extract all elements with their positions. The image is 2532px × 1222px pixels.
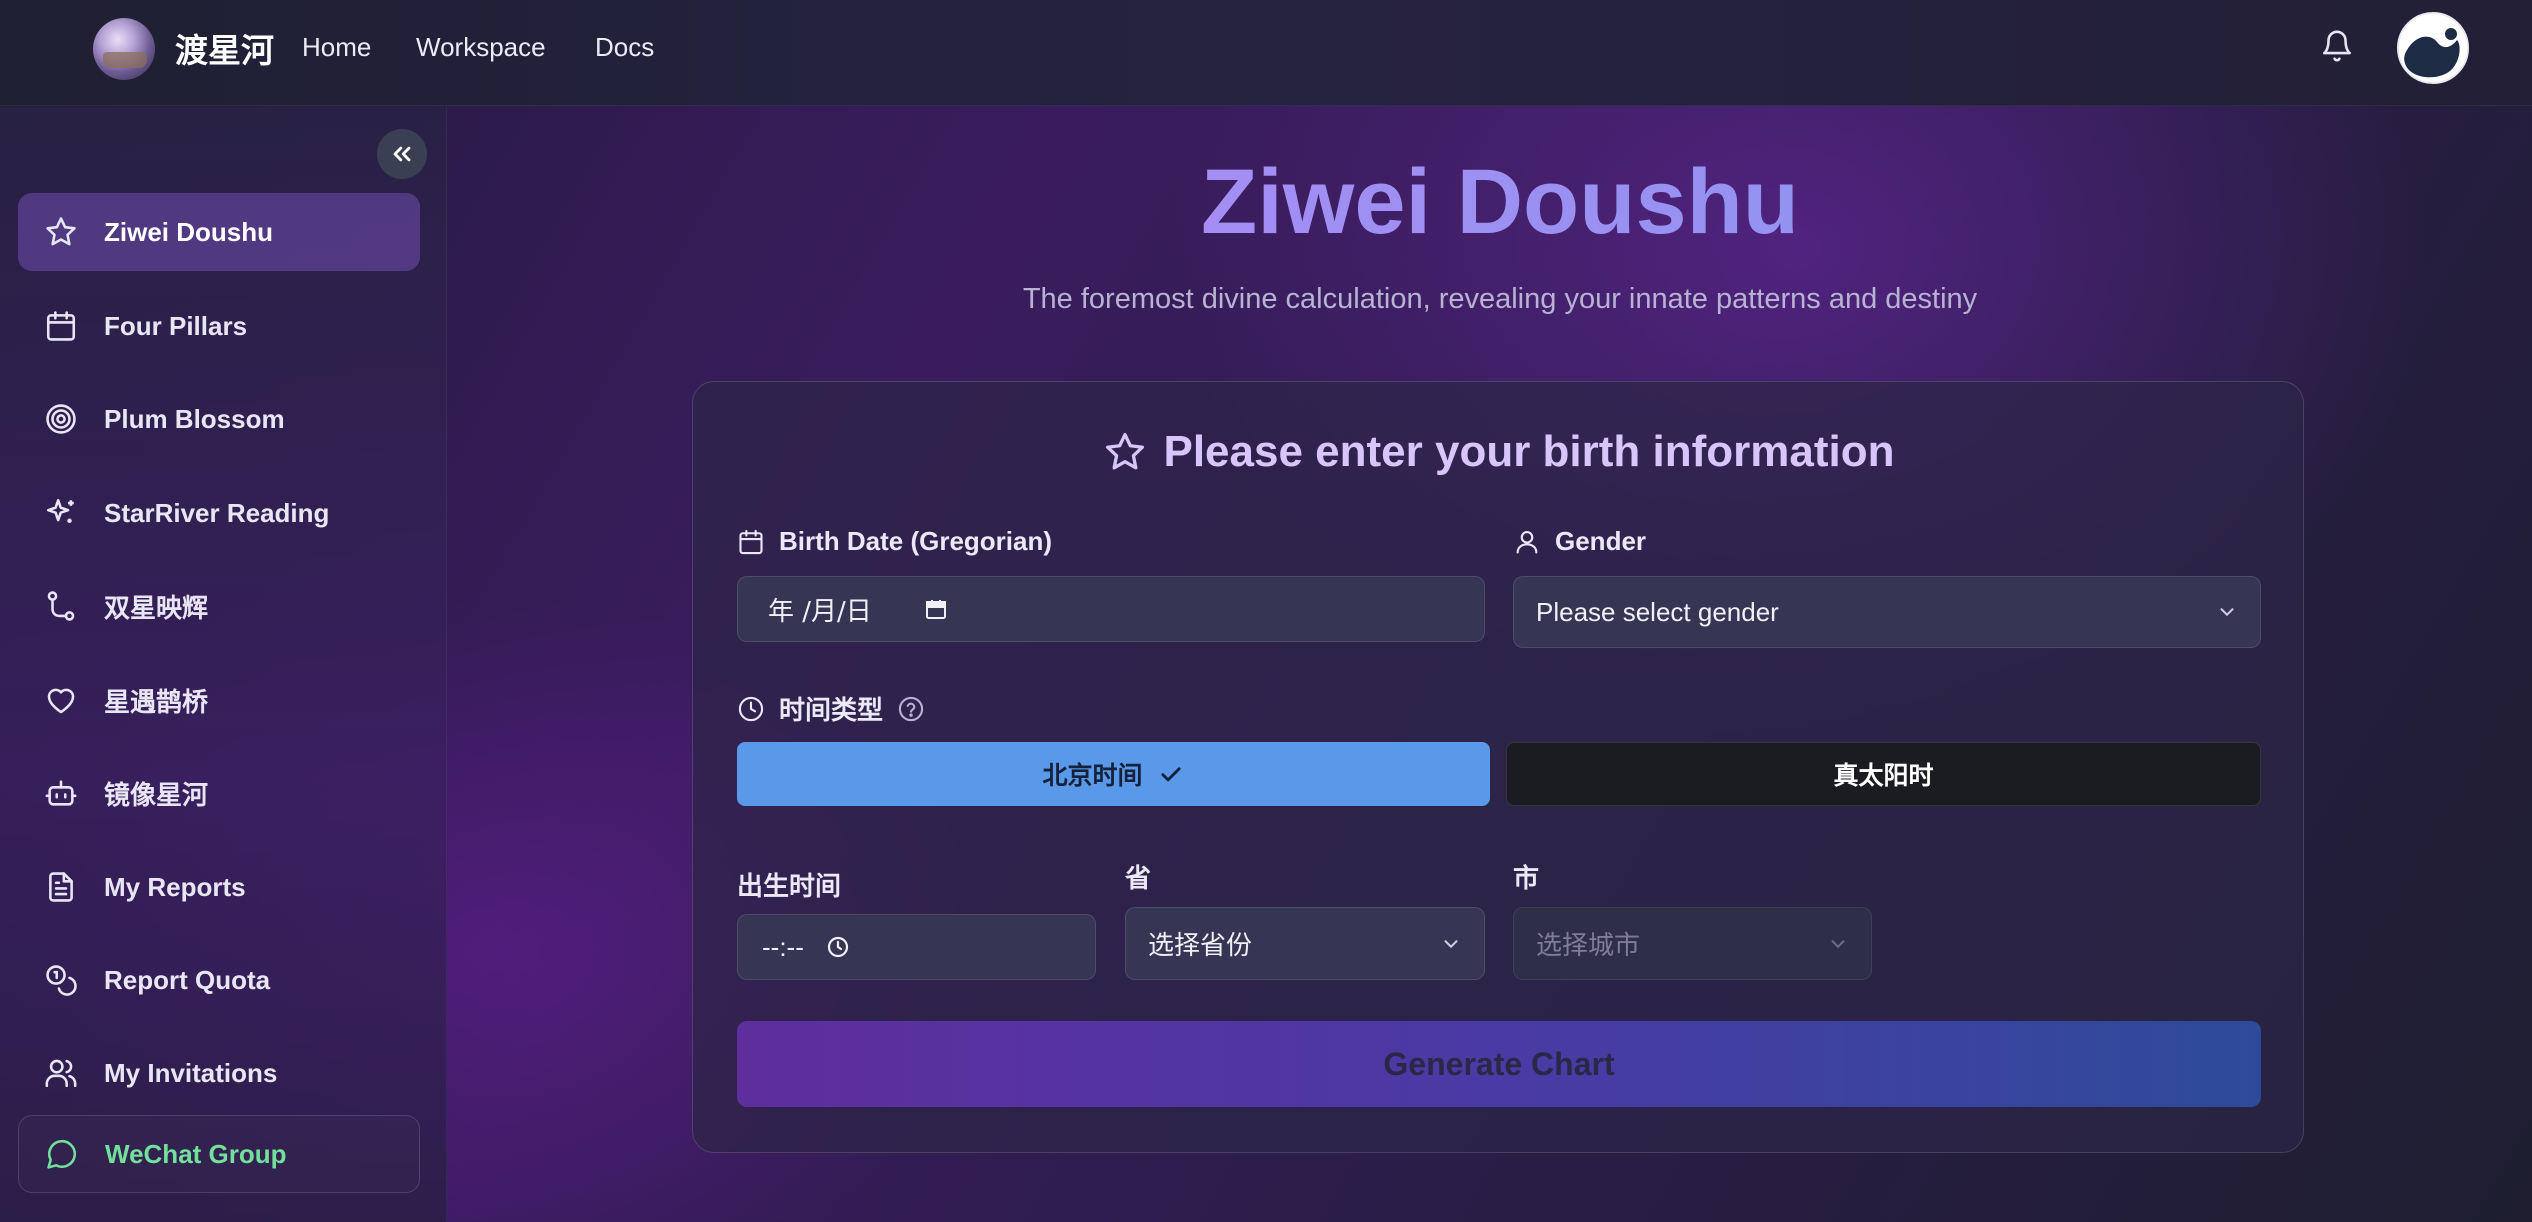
form-title-text: Please enter your birth information xyxy=(1163,427,1895,476)
nav-link-home[interactable]: Home xyxy=(302,32,371,63)
sidebar-item-xingyu-queqiao[interactable]: 星遇鹊桥 xyxy=(18,661,420,739)
nav-link-docs[interactable]: Docs xyxy=(595,32,654,63)
sidebar-item-label: WeChat Group xyxy=(105,1138,287,1169)
birth-time-value: --:-- xyxy=(762,931,804,962)
sparkles-icon xyxy=(46,498,74,523)
birth-date-value: 年 /月/日 xyxy=(768,596,872,627)
clock-icon[interactable] xyxy=(826,935,850,959)
time-type-option-label: 真太阳时 xyxy=(1833,761,1934,790)
heart-icon xyxy=(47,688,75,714)
time-type-option-true-solar[interactable]: 真太阳时 xyxy=(1506,742,2261,806)
birth-time-label: 出生时间 xyxy=(737,872,842,902)
birth-date-label-text: Birth Date (Gregorian) xyxy=(779,526,1053,556)
users-icon xyxy=(45,1059,77,1088)
birth-info-form-card: Please enter your birth information Birt… xyxy=(692,381,2304,1153)
birth-date-input[interactable]: 年 /月/日 xyxy=(737,576,1485,642)
sidebar-item-label: Ziwei Doushu xyxy=(104,216,273,247)
sidebar-item-four-pillars[interactable]: Four Pillars xyxy=(18,287,420,365)
sidebar-item-starriver-reading[interactable]: StarRiver Reading xyxy=(18,474,420,552)
bot-icon xyxy=(45,780,77,806)
gender-select[interactable]: Please select gender xyxy=(1513,576,2261,648)
gender-select-value: Please select gender xyxy=(1536,596,1779,627)
check-icon xyxy=(1160,767,1181,782)
province-select-value: 选择省份 xyxy=(1148,931,1253,961)
sidebar-item-label: 双星映辉 xyxy=(104,593,209,624)
chevron-down-icon xyxy=(2220,608,2234,617)
sidebar-item-my-reports[interactable]: My Reports xyxy=(18,848,420,926)
user-icon xyxy=(1516,530,1538,554)
git-branch-icon xyxy=(47,591,75,621)
chevrons-left-icon xyxy=(393,146,411,162)
help-circle-icon[interactable] xyxy=(897,695,925,723)
sidebar-item-label: Four Pillars xyxy=(104,310,248,341)
sidebar-item-wechat-group[interactable]: WeChat Group xyxy=(18,1115,420,1193)
collapse-sidebar-button[interactable] xyxy=(377,129,427,179)
calendar-icon xyxy=(46,311,76,341)
time-type-option-beijing[interactable]: 北京时间 xyxy=(737,742,1490,806)
chevron-down-icon xyxy=(1831,940,1845,949)
time-type-option-label: 北京时间 xyxy=(1042,761,1143,790)
page-subtitle: The foremost divine calculation, reveali… xyxy=(1022,283,1978,315)
sidebar-item-jingxiang-xinghe[interactable]: 镜像星河 xyxy=(18,754,420,832)
sidebar-item-shuangxing[interactable]: 双星映辉 xyxy=(18,567,420,645)
page-title: Ziwei Doushu xyxy=(1000,150,2000,255)
city-select[interactable]: 选择城市 xyxy=(1513,907,1872,980)
sidebar-item-label: 星遇鹊桥 xyxy=(104,687,209,718)
sidebar-item-ziwei-doushu[interactable]: Ziwei Doushu xyxy=(18,193,420,271)
time-type-label-text: 时间类型 xyxy=(779,696,884,726)
brand-name[interactable]: 渡星河 xyxy=(175,24,274,72)
sidebar-item-label: Report Quota xyxy=(104,964,271,995)
gender-label-text: Gender xyxy=(1555,526,1647,556)
message-circle-icon xyxy=(47,1139,77,1169)
calendar-icon xyxy=(739,529,763,554)
brand-logo[interactable] xyxy=(93,18,155,80)
file-text-icon xyxy=(49,872,73,902)
birth-date-label: Birth Date (Gregorian) xyxy=(737,526,1052,557)
calendar-picker-icon[interactable] xyxy=(924,597,948,621)
birth-time-input[interactable]: --:-- xyxy=(737,914,1096,980)
clock-icon xyxy=(738,696,764,721)
generate-chart-button[interactable]: Generate Chart xyxy=(737,1021,2261,1107)
sidebar-item-label: 镜像星河 xyxy=(104,780,209,811)
sidebar-item-label: My Reports xyxy=(104,871,246,902)
user-avatar[interactable] xyxy=(2397,12,2469,84)
province-label: 省 xyxy=(1125,864,1152,894)
bell-icon[interactable] xyxy=(2320,28,2354,64)
city-select-value: 选择城市 xyxy=(1536,931,1641,961)
sidebar: Ziwei Doushu Four Pillars Plum Blossom S… xyxy=(0,107,447,1222)
top-navbar: 渡星河 Home Workspace Docs xyxy=(0,0,2532,106)
gender-label: Gender xyxy=(1513,526,1646,557)
star-icon xyxy=(1106,432,1145,470)
sidebar-item-report-quota[interactable]: Report Quota xyxy=(18,941,420,1019)
sidebar-item-label: StarRiver Reading xyxy=(104,497,330,528)
star-icon xyxy=(46,217,76,246)
nav-link-workspace[interactable]: Workspace xyxy=(416,32,546,63)
sidebar-item-my-invitations[interactable]: My Invitations xyxy=(18,1034,420,1112)
sidebar-item-label: My Invitations xyxy=(104,1057,278,1088)
province-select[interactable]: 选择省份 xyxy=(1125,907,1485,980)
time-type-label: 时间类型 xyxy=(737,690,939,727)
sidebar-item-label: Plum Blossom xyxy=(104,403,285,434)
form-title: Please enter your birth information xyxy=(693,427,2305,477)
city-label: 市 xyxy=(1513,864,1540,894)
target-icon xyxy=(46,404,76,434)
chevron-down-icon xyxy=(1444,940,1458,949)
sidebar-item-plum-blossom[interactable]: Plum Blossom xyxy=(18,380,420,458)
coins-icon xyxy=(46,965,77,996)
